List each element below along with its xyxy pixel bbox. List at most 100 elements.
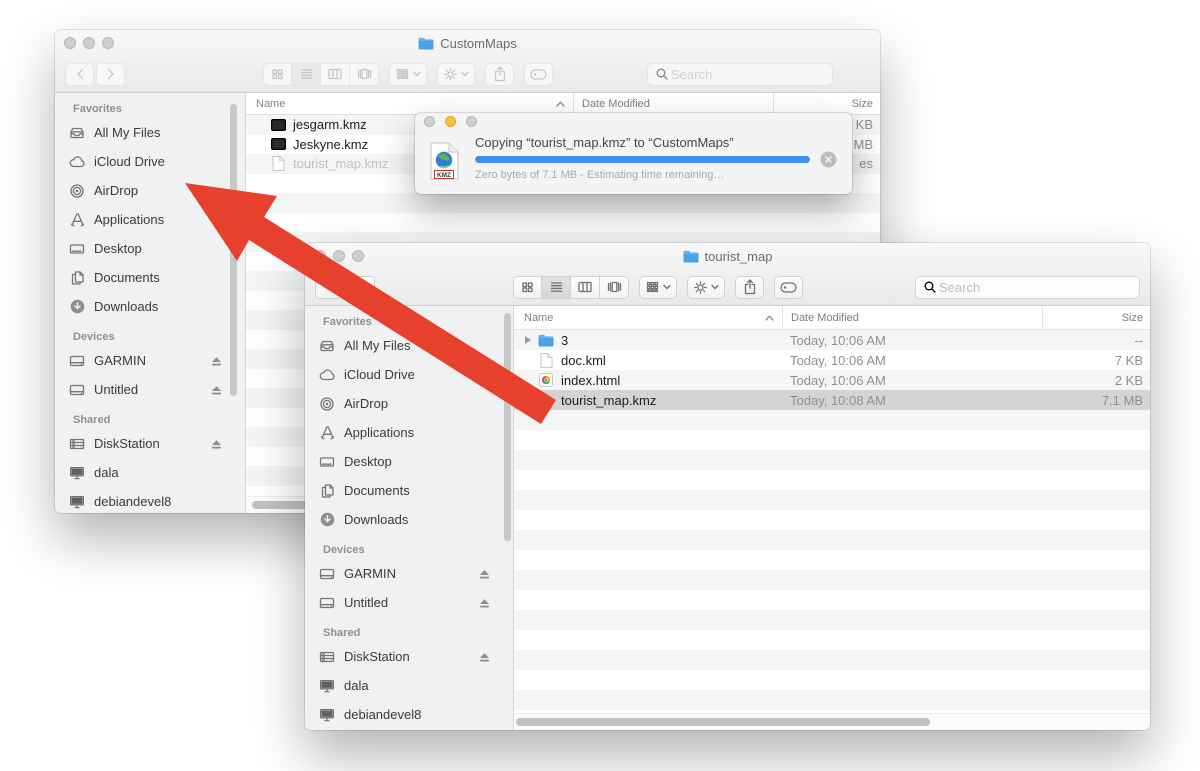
- column-header-date[interactable]: Date Modified: [782, 306, 1042, 329]
- copy-progress-title: Copying “tourist_map.kmz” to “CustomMaps…: [475, 135, 810, 150]
- action-button[interactable]: [687, 276, 725, 299]
- column-header-size[interactable]: Size: [773, 93, 880, 114]
- zoom-button[interactable]: [352, 250, 364, 262]
- toolbar: [305, 269, 1150, 305]
- sidebar-item-documents[interactable]: Documents: [55, 263, 245, 292]
- minimize-button[interactable]: [333, 250, 345, 262]
- copy-progress-content: Copying “tourist_map.kmz” to “CustomMaps…: [475, 135, 810, 181]
- column-view-button[interactable]: [571, 276, 600, 299]
- sidebar-item-diskstation[interactable]: DiskStation: [55, 429, 245, 458]
- column-view-button[interactable]: [321, 63, 350, 86]
- column-header-size[interactable]: Size: [1042, 306, 1150, 329]
- horizontal-scrollbar-thumb[interactable]: [516, 718, 930, 726]
- drive-icon: [68, 354, 86, 368]
- sidebar-scrollbar-thumb[interactable]: [504, 313, 511, 541]
- back-button[interactable]: [315, 276, 344, 299]
- eject-icon[interactable]: [210, 355, 223, 367]
- applications-icon: [318, 425, 336, 440]
- arrange-button[interactable]: [389, 63, 427, 86]
- sidebar-item-airdrop[interactable]: AirDrop: [305, 389, 513, 418]
- eject-icon[interactable]: [478, 568, 491, 580]
- display-icon: [318, 708, 336, 722]
- sidebar-item-untitled[interactable]: Untitled: [55, 375, 245, 404]
- eject-icon[interactable]: [478, 651, 491, 663]
- tag-button[interactable]: [524, 63, 553, 86]
- disclosure-triangle-icon[interactable]: [524, 335, 538, 345]
- sidebar-item-label: Documents: [344, 483, 410, 498]
- eject-icon[interactable]: [478, 597, 491, 609]
- arrange-button[interactable]: [639, 276, 677, 299]
- sidebar-item-icloud-drive[interactable]: iCloud Drive: [55, 147, 245, 176]
- share-button[interactable]: [485, 63, 514, 86]
- forward-button[interactable]: [96, 63, 125, 86]
- search-field[interactable]: [915, 276, 1140, 299]
- desktop-icon: [68, 242, 86, 256]
- search-input[interactable]: [669, 66, 825, 83]
- sidebar-item-diskstation[interactable]: DiskStation: [305, 642, 513, 671]
- search-field[interactable]: [647, 63, 833, 86]
- file-row-3[interactable]: 3Today, 10:06 AM--: [514, 330, 1150, 350]
- sidebar-scrollbar-thumb[interactable]: [230, 104, 237, 396]
- view-flow-icon: [606, 280, 623, 294]
- documents-icon: [318, 483, 336, 499]
- sidebar-item-debiandevel8[interactable]: debiandevel8: [55, 487, 245, 513]
- coverflow-view-button[interactable]: [350, 63, 379, 86]
- sidebar-item-downloads[interactable]: Downloads: [305, 505, 513, 534]
- forward-button[interactable]: [346, 276, 375, 299]
- sidebar-item-downloads[interactable]: Downloads: [55, 292, 245, 321]
- action-button[interactable]: [437, 63, 475, 86]
- tag-button[interactable]: [774, 276, 803, 299]
- share-icon: [743, 279, 757, 295]
- column-header-name[interactable]: Name: [514, 306, 782, 329]
- eject-icon[interactable]: [210, 384, 223, 396]
- zoom-button[interactable]: [102, 37, 114, 49]
- close-button[interactable]: [64, 37, 76, 49]
- column-header-date[interactable]: Date Modified: [573, 93, 773, 114]
- minimize-button[interactable]: [445, 116, 456, 127]
- empty-row: [514, 650, 1150, 670]
- chevron-left-icon: [325, 280, 335, 294]
- close-button[interactable]: [314, 250, 326, 262]
- minimize-button[interactable]: [83, 37, 95, 49]
- folder-icon: [683, 250, 699, 263]
- window-chrome: CustomMaps: [55, 30, 880, 93]
- list-view-button[interactable]: [542, 276, 571, 299]
- sidebar-item-desktop[interactable]: Desktop: [55, 234, 245, 263]
- sidebar-item-applications[interactable]: Applications: [305, 418, 513, 447]
- titlebar[interactable]: tourist_map: [305, 243, 1150, 269]
- sidebar-item-debiandevel8[interactable]: debiandevel8: [305, 700, 513, 729]
- sidebar-item-dala[interactable]: dala: [55, 458, 245, 487]
- file-date: Today, 10:08 AM: [782, 393, 1042, 408]
- window-title-text: CustomMaps: [440, 36, 517, 51]
- sidebar-item-applications[interactable]: Applications: [55, 205, 245, 234]
- coverflow-view-button[interactable]: [600, 276, 629, 299]
- file-row-index-html[interactable]: index.htmlToday, 10:06 AM2 KB: [514, 370, 1150, 390]
- icon-view-button[interactable]: [263, 63, 292, 86]
- zoom-button[interactable]: [466, 116, 477, 127]
- sidebar-item-label: All My Files: [94, 125, 160, 140]
- sidebar-item-desktop[interactable]: Desktop: [305, 447, 513, 476]
- sidebar-item-garmin[interactable]: GARMIN: [55, 346, 245, 375]
- sidebar-item-garmin[interactable]: GARMIN: [305, 559, 513, 588]
- cancel-copy-button[interactable]: [820, 151, 837, 168]
- close-button[interactable]: [424, 116, 435, 127]
- list-view-button[interactable]: [292, 63, 321, 86]
- column-header-name[interactable]: Name: [246, 93, 573, 114]
- sidebar-item-airdrop[interactable]: AirDrop: [55, 176, 245, 205]
- sidebar-item-dala[interactable]: dala: [305, 671, 513, 700]
- icon-view-button[interactable]: [513, 276, 542, 299]
- empty-row: [514, 510, 1150, 530]
- file-row-tourist-map-kmz[interactable]: tourist_map.kmzToday, 10:08 AM7.1 MB: [514, 390, 1150, 410]
- sidebar-item-untitled[interactable]: Untitled: [305, 588, 513, 617]
- share-button[interactable]: [735, 276, 764, 299]
- file-row-doc-kml[interactable]: doc.kmlToday, 10:06 AM7 KB: [514, 350, 1150, 370]
- titlebar[interactable]: CustomMaps: [55, 30, 880, 56]
- sidebar-item-all-my-files[interactable]: All My Files: [305, 331, 513, 360]
- column-headers: Name Date Modified Size: [514, 306, 1150, 330]
- sidebar-item-icloud-drive[interactable]: iCloud Drive: [305, 360, 513, 389]
- sidebar-item-all-my-files[interactable]: All My Files: [55, 118, 245, 147]
- sidebar-item-documents[interactable]: Documents: [305, 476, 513, 505]
- search-input[interactable]: [937, 279, 1132, 296]
- back-button[interactable]: [65, 63, 94, 86]
- eject-icon[interactable]: [210, 438, 223, 450]
